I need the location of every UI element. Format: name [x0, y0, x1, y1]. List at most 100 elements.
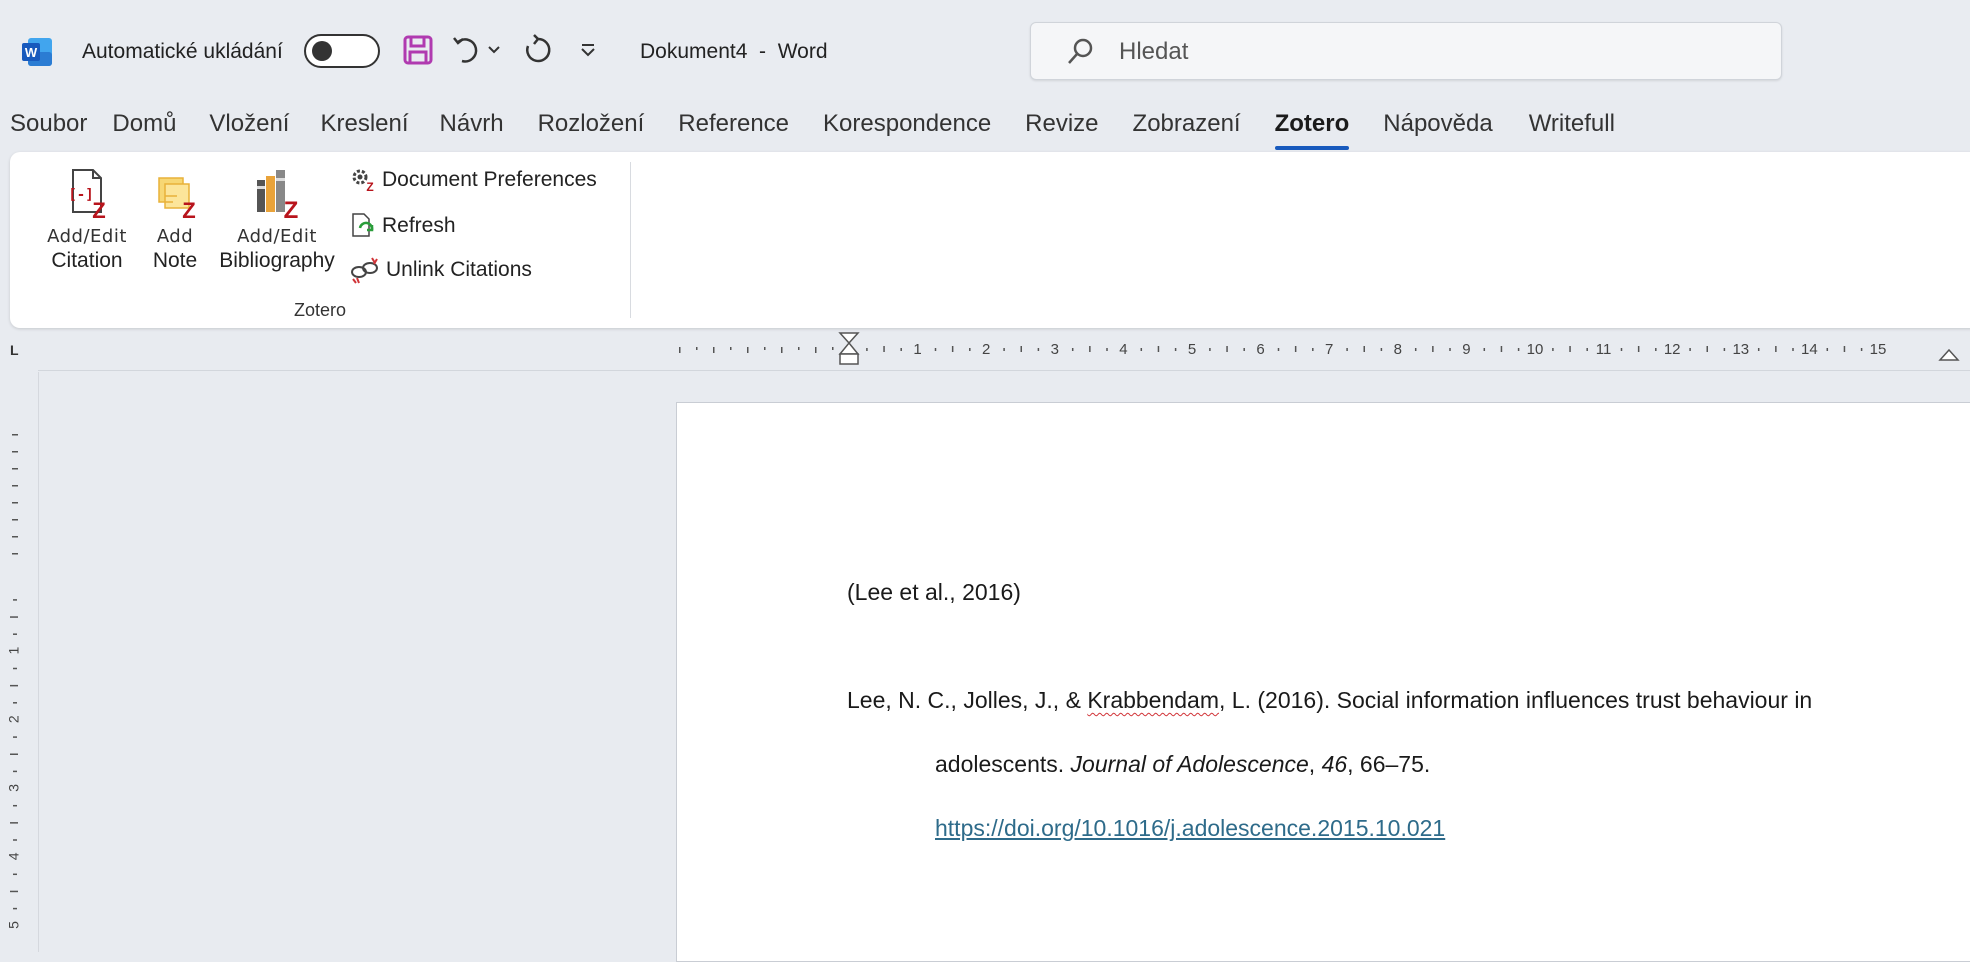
tab-soubor[interactable]: Soubor [10, 104, 87, 150]
tab-rozlozeni[interactable]: Rozložení [538, 104, 645, 150]
ruler-tick [12, 485, 18, 487]
ruler-tick [1106, 348, 1108, 351]
ruler-tick [883, 346, 885, 352]
spelling-error[interactable]: Krabbendam [1087, 687, 1219, 713]
ruler-tick [10, 616, 18, 618]
ruler-tick [1020, 346, 1022, 352]
toggle-knob [312, 41, 332, 61]
ribbon-panel: [-] Z Add/Edit Citation Z Add Note Z Add… [10, 152, 1970, 328]
customize-toolbar-icon[interactable] [570, 30, 606, 70]
note-label-1: Add [156, 226, 194, 247]
svg-text:Z: Z [284, 197, 299, 222]
search-box[interactable]: Hledat [1030, 22, 1782, 80]
ruler-number: 4 [6, 852, 22, 860]
indent-marker[interactable] [838, 332, 860, 365]
tab-reference[interactable]: Reference [678, 104, 789, 150]
refresh-button[interactable]: Refresh [350, 208, 456, 244]
ruler-tick [1003, 348, 1005, 351]
search-icon [1068, 38, 1093, 64]
ruler-tick [1517, 348, 1520, 351]
undo-dropdown-icon[interactable] [484, 30, 504, 70]
doi-link[interactable]: https://doi.org/10.1016/j.adolescence.20… [935, 815, 1445, 841]
ruler-tick [1723, 348, 1726, 351]
ruler-tick [12, 468, 18, 470]
ruler-tick [1226, 346, 1228, 352]
ruler-tick [866, 348, 868, 351]
ruler-number: 3 [6, 784, 22, 792]
bib-comma: , [1308, 751, 1322, 777]
ruler-number: 7 [1325, 341, 1333, 358]
bib-adolescents: adolescents. [935, 751, 1071, 777]
ruler-tick [815, 347, 817, 353]
vertical-ruler[interactable]: 1 2 3 4 5 [0, 372, 39, 952]
add-edit-citation-button[interactable]: [-] Z Add/Edit Citation [30, 166, 144, 273]
ruler-number: 4 [1119, 341, 1127, 358]
add-note-button[interactable]: Z Add Note [140, 166, 210, 273]
ruler-number: 5 [1188, 341, 1196, 358]
search-placeholder: Hledat [1119, 38, 1189, 65]
tab-kresleni[interactable]: Kreslení [320, 104, 408, 150]
ruler-tick [1860, 348, 1863, 351]
ruler-tick [1363, 346, 1365, 352]
ruler-tick [1500, 346, 1503, 352]
bib-pages: , 66–75. [1347, 751, 1431, 777]
ruler-tick [1174, 348, 1177, 351]
save-icon[interactable] [400, 30, 436, 70]
ruler-tick [1071, 348, 1074, 351]
ruler-number: 8 [1394, 341, 1402, 358]
svg-text:W: W [25, 45, 38, 60]
ruler-tick [1277, 348, 1280, 351]
refresh-icon [352, 213, 374, 237]
citation-label-2: Citation [51, 249, 123, 272]
word-app-icon[interactable]: W [22, 38, 52, 66]
bibliography-line-2[interactable]: adolescents. Journal of Adolescence, 46,… [935, 751, 1430, 778]
note-label-2: Note [152, 249, 198, 272]
document-preferences-button[interactable]: Z Document Preferences [350, 162, 597, 198]
right-indent-marker[interactable] [1938, 348, 1960, 361]
svg-text:Z: Z [92, 198, 105, 222]
ruler-tick [1843, 346, 1846, 352]
ruler-tick [969, 348, 971, 351]
gear-icon: Z [352, 169, 374, 193]
document-preferences-label: Document Preferences [382, 168, 597, 191]
ruler-tick [13, 839, 17, 841]
ruler-number: 13 [1732, 341, 1749, 358]
ruler-tick [1037, 348, 1040, 351]
ruler-number: 1 [913, 341, 921, 358]
undo-icon[interactable] [448, 30, 484, 70]
bibliography-label-2: Bibliography [219, 249, 335, 272]
refresh-label: Refresh [382, 214, 456, 237]
bibliography-icon: Z [257, 170, 299, 222]
redo-icon[interactable] [520, 30, 556, 70]
tab-vlozeni[interactable]: Vložení [209, 104, 289, 150]
ruler-tick [10, 822, 18, 824]
horizontal-ruler[interactable]: 1 2 3 4 5 6 7 8 9 10 11 12 13 14 15 [0, 330, 1970, 370]
bibliography-line-1[interactable]: Lee, N. C., Jolles, J., & Krabbendam, L.… [847, 687, 1812, 714]
tab-navrh[interactable]: Návrh [440, 104, 504, 150]
ruler-tick [1689, 348, 1691, 351]
autosave-toggle[interactable] [304, 34, 380, 68]
tab-napoveda[interactable]: Nápověda [1383, 104, 1492, 150]
document-page[interactable]: (Lee et al., 2016) Lee, N. C., Jolles, J… [676, 402, 1970, 962]
tab-korespondence[interactable]: Korespondence [823, 104, 991, 150]
tab-zobrazeni[interactable]: Zobrazení [1133, 104, 1241, 150]
tab-zotero[interactable]: Zotero [1274, 104, 1349, 150]
ruler-tick [1552, 348, 1554, 351]
bib-volume: 46 [1321, 751, 1348, 777]
add-edit-bibliography-button[interactable]: Z Add/Edit Bibliography [210, 166, 344, 273]
ruler-tick [1243, 348, 1245, 351]
tab-revize[interactable]: Revize [1025, 104, 1098, 150]
unlink-citations-button[interactable]: Unlink Citations [350, 252, 532, 288]
bibliography-label-1: Add/Edit [237, 226, 317, 247]
ruler-tick [13, 667, 17, 670]
ruler-divider [38, 370, 1970, 371]
ruler-number: 14 [1801, 341, 1818, 358]
ruler-tick [696, 347, 698, 350]
ruler-tick [679, 347, 681, 353]
tab-writefull[interactable]: Writefull [1529, 104, 1615, 150]
ruler-tick [1312, 348, 1314, 351]
bib-journal: Journal of Adolescence [1070, 751, 1309, 777]
citation-text[interactable]: (Lee et al., 2016) [847, 579, 1021, 606]
tab-domu[interactable]: Domů [112, 104, 176, 150]
ruler-tick [13, 702, 17, 704]
